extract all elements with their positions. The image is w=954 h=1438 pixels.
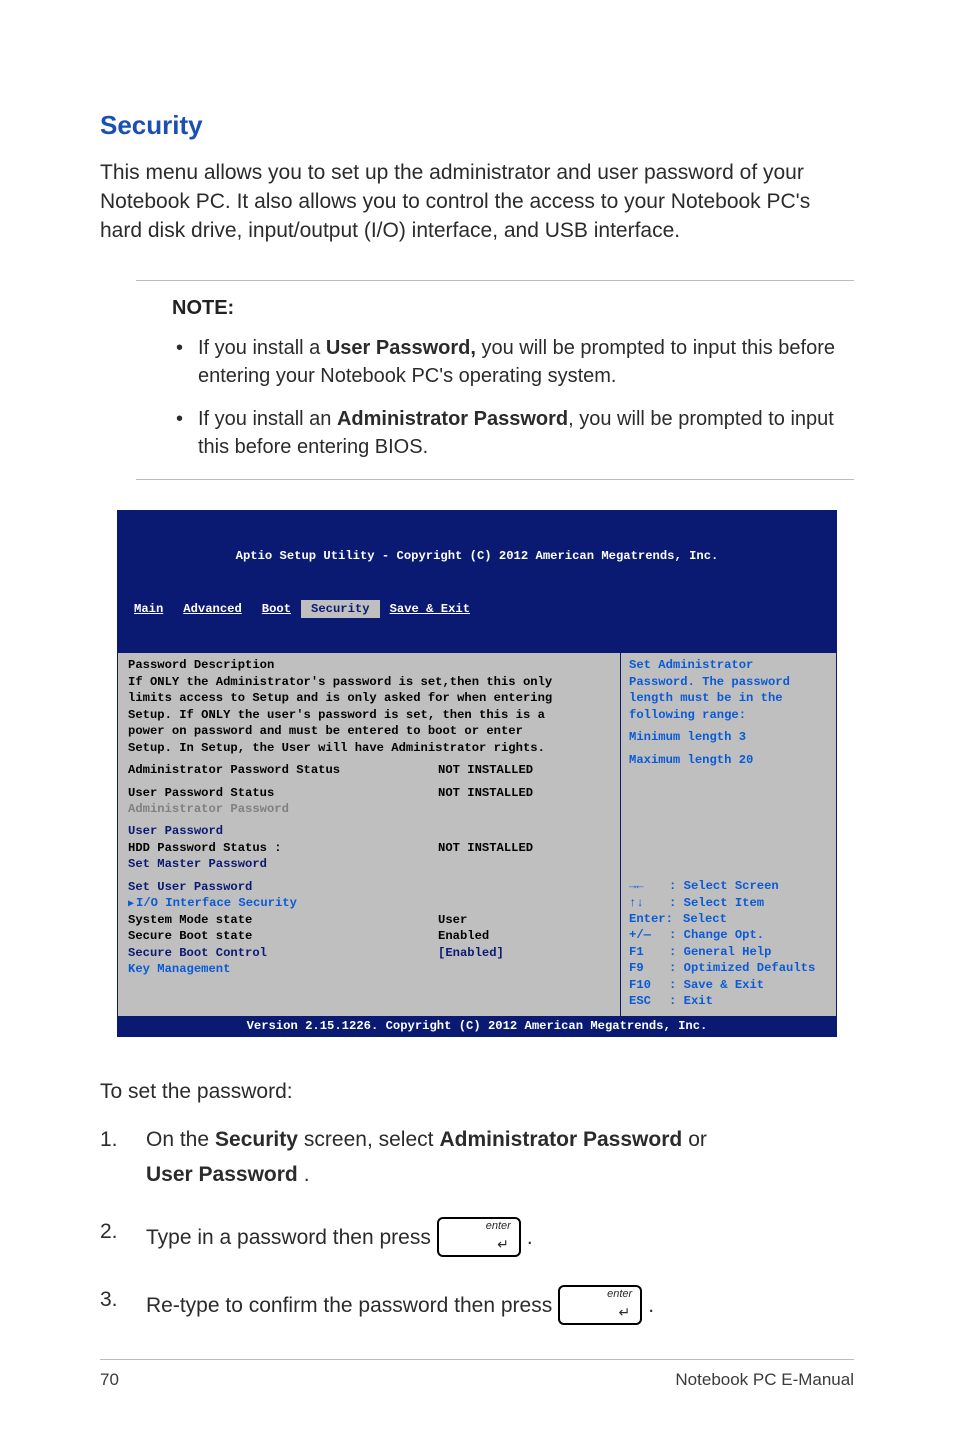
bios-user-password: User Password — [128, 823, 614, 839]
bios-header: Aptio Setup Utility - Copyright (C) 2012… — [124, 546, 830, 566]
bios-secboot-ctrl-label: Secure Boot Control — [128, 945, 438, 961]
bios-footer: Version 2.15.1226. Copyright (C) 2012 Am… — [118, 1016, 836, 1036]
bios-help-text: Set Administrator — [629, 657, 828, 673]
bios-secboot-state-label: Secure Boot state — [128, 928, 438, 944]
note-item: If you install an Administrator Password… — [198, 405, 854, 462]
bios-tabs: Main Advanced Boot Security Save & Exit — [124, 600, 830, 618]
bios-admin-status-value: NOT INSTALLED — [438, 762, 533, 778]
bios-tab-boot: Boot — [252, 600, 301, 618]
bios-hdd-status-value: NOT INSTALLED — [438, 840, 533, 856]
page-footer: 70 Notebook PC E-Manual — [100, 1359, 854, 1390]
bios-tab-advanced: Advanced — [173, 600, 252, 618]
note-item: If you install a User Password, you will… — [198, 334, 854, 391]
bios-hdd-status-label: HDD Password Status : — [128, 840, 438, 856]
note-label: NOTE: — [172, 297, 854, 320]
bios-screenshot: Aptio Setup Utility - Copyright (C) 2012… — [117, 510, 837, 1037]
bios-sysmode-label: System Mode state — [128, 912, 438, 928]
bios-user-status-value: NOT INSTALLED — [438, 785, 533, 801]
bios-tab-security: Security — [301, 600, 380, 618]
bios-tab-save-exit: Save & Exit — [380, 600, 480, 618]
intro-paragraph: This menu allows you to set up the admin… — [100, 159, 854, 246]
section-title: Security — [100, 110, 854, 141]
step-2: 2. Type in a password then press enter . — [100, 1217, 854, 1257]
enter-key-icon: enter — [558, 1285, 642, 1325]
note-block: NOTE: If you install a User Password, yo… — [136, 280, 854, 481]
bios-pwd-desc-text: If ONLY the Administrator's password is … — [128, 674, 558, 756]
page-number: 70 — [100, 1370, 119, 1390]
bios-admin-status-label: Administrator Password Status — [128, 762, 438, 778]
bios-tab-main: Main — [124, 600, 173, 618]
enter-key-icon: enter — [437, 1217, 521, 1257]
instructions-lead: To set the password: — [100, 1077, 854, 1106]
bios-secboot-ctrl-value: [Enabled] — [438, 945, 504, 961]
bios-secboot-state-value: Enabled — [438, 928, 489, 944]
bios-admin-password: Administrator Password — [128, 801, 614, 817]
bios-user-status-label: User Password Status — [128, 785, 438, 801]
bios-io-security: I/O Interface Security — [128, 895, 614, 912]
doc-title: Notebook PC E-Manual — [675, 1370, 854, 1390]
bios-sysmode-value: User — [438, 912, 467, 928]
step-3: 3. Re-type to confirm the password then … — [100, 1285, 854, 1325]
bios-set-master: Set Master Password — [128, 856, 614, 872]
bios-pwd-desc-title: Password Description — [128, 657, 614, 673]
step-1: 1. On the Security screen, select Admini… — [100, 1125, 854, 1190]
bios-key-management: Key Management — [128, 961, 614, 977]
bios-set-user: Set User Password — [128, 879, 614, 895]
